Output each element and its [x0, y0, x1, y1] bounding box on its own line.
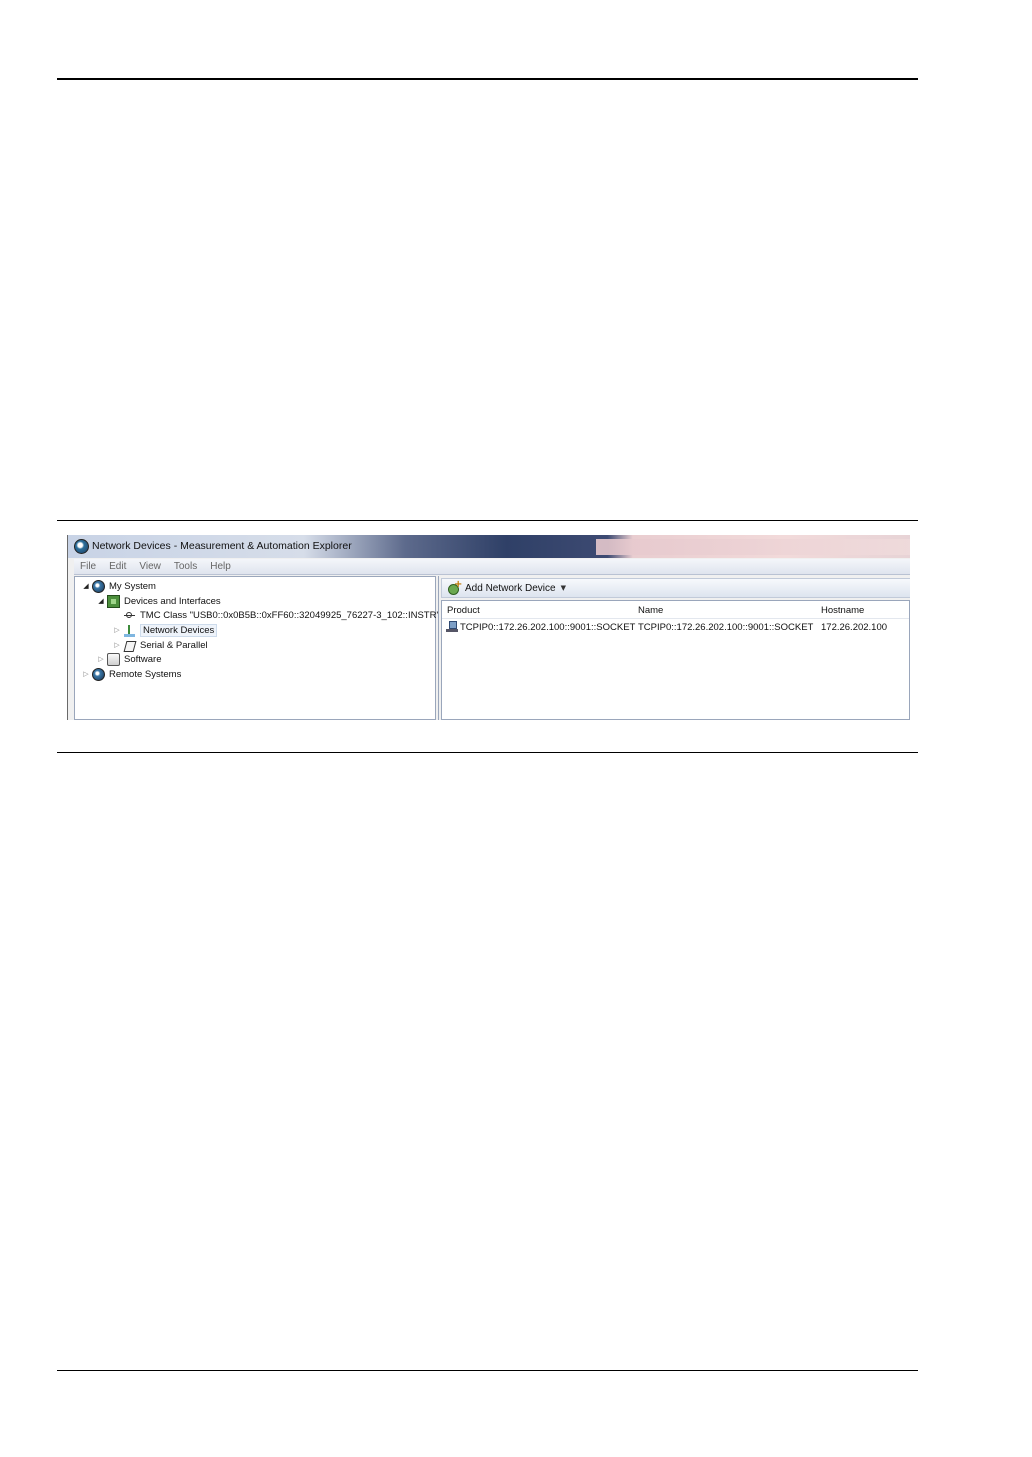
add-device-icon [448, 579, 462, 595]
tree-item-label: TMC Class "USB0::0x0B5B::0xFF60::3204992… [140, 609, 440, 621]
menu-edit[interactable]: Edit [109, 561, 126, 572]
tree-item-tmc-class[interactable]: TMC Class "USB0::0x0B5B::0xFF60::3204992… [113, 608, 440, 622]
list-header: Product Name Hostname [442, 601, 909, 619]
mae-window: Network Devices - Measurement & Automati… [67, 535, 910, 720]
software-icon [107, 652, 120, 666]
tree-item-label: Network Devices [140, 623, 218, 637]
title-bar-background [596, 539, 910, 555]
header-rule [57, 78, 918, 80]
tree-item-label: Remote Systems [109, 668, 182, 680]
footer-rule [57, 1370, 918, 1371]
menu-file[interactable]: File [80, 561, 96, 572]
app-icon [74, 539, 89, 554]
figure-top-rule [57, 520, 918, 521]
menu-help[interactable]: Help [210, 561, 231, 572]
table-row[interactable]: TCPIP0::172.26.202.100::9001::SOCKET TCP… [442, 620, 909, 635]
tree-item-devices-and-interfaces[interactable]: ◢ Devices and Interfaces [97, 594, 221, 608]
cell-name: TCPIP0::172.26.202.100::9001::SOCKET [638, 622, 814, 633]
tree-item-label: My System [109, 580, 156, 592]
expand-arrow-icon[interactable]: ▷ [97, 655, 105, 663]
menu-tools[interactable]: Tools [174, 561, 197, 572]
tree-item-software[interactable]: ▷ Software [97, 652, 162, 666]
menu-bar: File Edit View Tools Help [74, 559, 910, 575]
toolbar: Add Network Device ▼ [441, 578, 910, 598]
content-pane: Add Network Device ▼ Product Name Hostna… [438, 576, 910, 720]
figure-bottom-rule [57, 752, 918, 753]
tree-item-label: Software [124, 653, 162, 665]
tree-item-network-devices[interactable]: ▷ Network Devices [113, 623, 218, 637]
usb-icon [123, 609, 136, 622]
expand-arrow-icon[interactable]: ▷ [82, 670, 90, 678]
menu-view[interactable]: View [139, 561, 161, 572]
chevron-down-icon[interactable]: ▼ [561, 584, 566, 592]
collapse-arrow-icon[interactable]: ◢ [82, 582, 90, 590]
serial-icon [123, 639, 136, 652]
collapse-arrow-icon[interactable]: ◢ [97, 597, 105, 605]
expand-arrow-icon[interactable]: ▷ [113, 641, 121, 649]
globe-icon [92, 667, 105, 681]
tree-item-label: Devices and Interfaces [124, 595, 221, 607]
configuration-tree: ◢ My System ◢ Devices and Interfaces TMC… [74, 576, 440, 720]
cell-product: TCPIP0::172.26.202.100::9001::SOCKET [460, 622, 636, 633]
network-icon [123, 624, 136, 637]
chip-icon [107, 594, 120, 608]
tree-item-serial-parallel[interactable]: ▷ Serial & Parallel [113, 638, 208, 652]
globe-icon [92, 579, 105, 593]
title-bar: Network Devices - Measurement & Automati… [68, 535, 910, 558]
column-header-product[interactable]: Product [447, 605, 480, 616]
network-device-icon [446, 621, 458, 633]
column-header-name[interactable]: Name [638, 605, 663, 616]
tree-item-label: Serial & Parallel [140, 639, 208, 651]
device-list: Product Name Hostname TCPIP0::172.26.202… [441, 600, 910, 720]
tree-item-my-system[interactable]: ◢ My System [82, 579, 156, 593]
tree-item-remote-systems[interactable]: ▷ Remote Systems [82, 667, 181, 681]
cell-hostname: 172.26.202.100 [821, 622, 888, 633]
column-header-hostname[interactable]: Hostname [821, 605, 864, 616]
add-network-device-button[interactable]: Add Network Device [465, 583, 556, 594]
expand-arrow-icon[interactable]: ▷ [113, 626, 121, 634]
window-title: Network Devices - Measurement & Automati… [92, 540, 352, 552]
